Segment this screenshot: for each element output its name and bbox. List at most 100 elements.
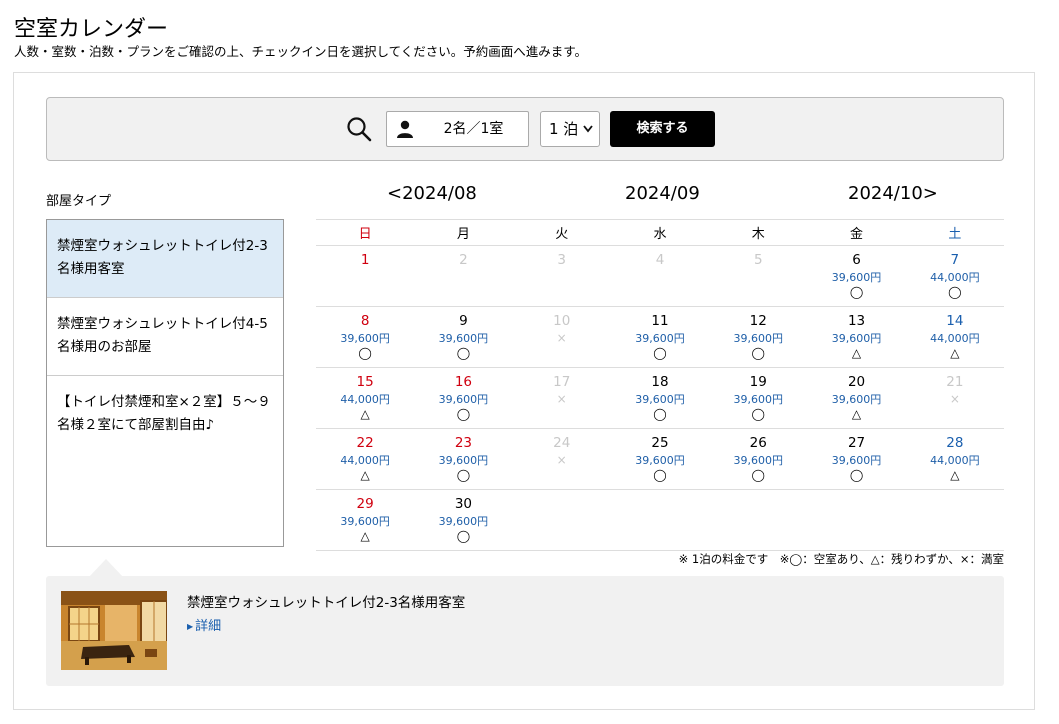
room-detail-panel: 禁煙室ウォシュレットトイレ付2-3名様用客室 ▶ 詳細 (46, 576, 1004, 686)
day-number: 18 (651, 374, 669, 390)
day-price: 39,600円 (340, 332, 390, 345)
day-price: 39,600円 (340, 515, 390, 528)
availability-status: ◯ (948, 285, 962, 299)
day-number: 6 (852, 252, 861, 268)
availability-status: ◯ (653, 468, 667, 482)
day-number: 26 (749, 435, 767, 451)
guests-rooms-selector[interactable]: 2名／1室 (386, 111, 529, 147)
current-month-label: 2024/09 (625, 183, 700, 204)
calendar-day-cell: 21 × (905, 367, 1004, 429)
day-number: 5 (753, 252, 763, 268)
day-price: 39,600円 (831, 271, 882, 284)
day-price: 39,600円 (733, 454, 784, 467)
detail-link[interactable]: ▶ 詳細 (187, 617, 221, 637)
calendar-empty-cell (905, 489, 1004, 551)
availability-status: ◯ (751, 468, 765, 482)
calendar-day-cell: 10 × (512, 306, 611, 368)
availability-status: ◯ (653, 407, 667, 421)
calendar-day-cell[interactable]: 7 44,000円 ◯ (905, 245, 1004, 307)
search-button[interactable]: 検索する (610, 111, 715, 147)
next-month-label: 2024/10 (848, 183, 923, 204)
calendar-day-cell[interactable]: 11 39,600円 ◯ (610, 306, 710, 368)
calendar-day-cell[interactable]: 22 44,000円 △ (316, 428, 415, 490)
calendar-day-cell[interactable]: 27 39,600円 ◯ (807, 428, 906, 490)
room-photo[interactable] (61, 591, 167, 670)
availability-status: × (556, 331, 567, 345)
calendar-legend-note: ※ 1泊の料金です ※◯：空室あり、△：残りわずか、×：満室 (678, 552, 1004, 566)
calendar-day-cell[interactable]: 12 39,600円 ◯ (709, 306, 808, 368)
calendar-day-cell[interactable]: 16 39,600円 ◯ (414, 367, 513, 429)
day-price: 39,600円 (733, 393, 784, 406)
day-price: 44,000円 (340, 393, 390, 406)
calendar-day-cell: 3 (512, 245, 611, 307)
day-number: 14 (946, 313, 964, 329)
search-icon[interactable] (346, 116, 372, 142)
day-number: 20 (847, 374, 866, 390)
calendar-day-cell[interactable]: 23 39,600円 ◯ (414, 428, 513, 490)
calendar-day-cell[interactable]: 15 44,000円 △ (316, 367, 415, 429)
day-number: 10 (553, 313, 571, 329)
prev-month-label: 2024/08 (402, 183, 477, 204)
triangle-right-icon: ▶ (187, 622, 194, 631)
day-price: 39,600円 (635, 454, 685, 467)
day-number: 28 (946, 435, 964, 451)
weekday-header-row: 日 月 火 水 木 金 土 (316, 219, 1004, 246)
next-arrow-icon: > (922, 183, 938, 204)
day-number: 15 (356, 374, 374, 390)
room-type-item[interactable]: 【トイレ付禁煙和室×２室】５〜９名様２室にて部屋割自由♪ (47, 376, 283, 437)
availability-status: △ (360, 468, 370, 482)
next-month-link[interactable]: 2024/10> (848, 182, 938, 206)
availability-status: ◯ (456, 407, 471, 421)
availability-status: × (949, 392, 960, 406)
calendar-day-cell[interactable]: 29 39,600円 △ (316, 489, 415, 551)
day-number: 4 (655, 252, 665, 268)
room-type-list: 禁煙室ウォシュレットトイレ付2-3名様用客室 禁煙室ウォシュレットトイレ付4-5… (46, 219, 284, 547)
page-title: 空室カレンダー (14, 16, 169, 42)
calendar-day-cell[interactable]: 20 39,600円 △ (807, 367, 906, 429)
weekday-header: 水 (610, 219, 710, 246)
day-number: 19 (749, 374, 767, 390)
prev-month-link[interactable]: <2024/08 (387, 182, 477, 206)
day-price: 39,600円 (831, 393, 882, 406)
day-price: 39,600円 (831, 332, 882, 345)
nights-select[interactable]: 1 泊 (540, 111, 600, 147)
weekday-header: 日 (316, 219, 415, 246)
calendar-day-cell[interactable]: 26 39,600円 ◯ (709, 428, 808, 490)
weekday-header: 火 (512, 219, 611, 246)
calendar-day-cell[interactable]: 30 39,600円 ◯ (414, 489, 513, 551)
calendar-day-cell[interactable]: 13 39,600円 △ (807, 306, 906, 368)
availability-status: ◯ (751, 346, 765, 360)
weekday-header: 木 (709, 219, 808, 246)
calendar-day-cell: 2 (414, 245, 513, 307)
day-number: 2 (459, 252, 468, 268)
calendar-day-cell: 17 × (512, 367, 611, 429)
availability-status: △ (360, 529, 370, 543)
day-number: 22 (356, 435, 374, 451)
day-number: 8 (360, 313, 370, 329)
day-number: 11 (651, 313, 669, 329)
calendar-day-cell[interactable]: 25 39,600円 ◯ (610, 428, 710, 490)
day-number: 9 (459, 313, 468, 329)
calendar-day-cell[interactable]: 8 39,600円 ◯ (316, 306, 415, 368)
availability-status: ◯ (358, 346, 372, 360)
calendar-day-cell[interactable]: 9 39,600円 ◯ (414, 306, 513, 368)
weekday-header: 月 (414, 219, 513, 246)
calendar-day-cell[interactable]: 6 39,600円 ◯ (807, 245, 906, 307)
person-icon (396, 120, 414, 138)
availability-status: ◯ (456, 346, 471, 360)
calendar-day-cell[interactable]: 19 39,600円 ◯ (709, 367, 808, 429)
day-price: 39,600円 (438, 515, 489, 528)
calendar-week-row: 15 44,000円 △ 16 39,600円 ◯ 17 × 18 39,600円 ◯ 19 39,60… (316, 367, 1004, 429)
availability-status: △ (851, 407, 862, 421)
availability-status: ◯ (849, 468, 864, 482)
calendar-day-cell[interactable]: 14 44,000円 △ (905, 306, 1004, 368)
calendar-day-cell[interactable]: 18 39,600円 ◯ (610, 367, 710, 429)
room-type-item[interactable]: 禁煙室ウォシュレットトイレ付2-3名様用客室 (47, 220, 283, 298)
calendar-day-cell: 5 (709, 245, 808, 307)
availability-status: △ (950, 346, 960, 360)
calendar-day-cell[interactable]: 28 44,000円 △ (905, 428, 1004, 490)
day-price: 39,600円 (635, 393, 685, 406)
availability-status: △ (950, 468, 960, 482)
room-type-item[interactable]: 禁煙室ウォシュレットトイレ付4-5名様用のお部屋 (47, 298, 283, 376)
detail-room-name: 禁煙室ウォシュレットトイレ付2-3名様用客室 (187, 595, 466, 611)
